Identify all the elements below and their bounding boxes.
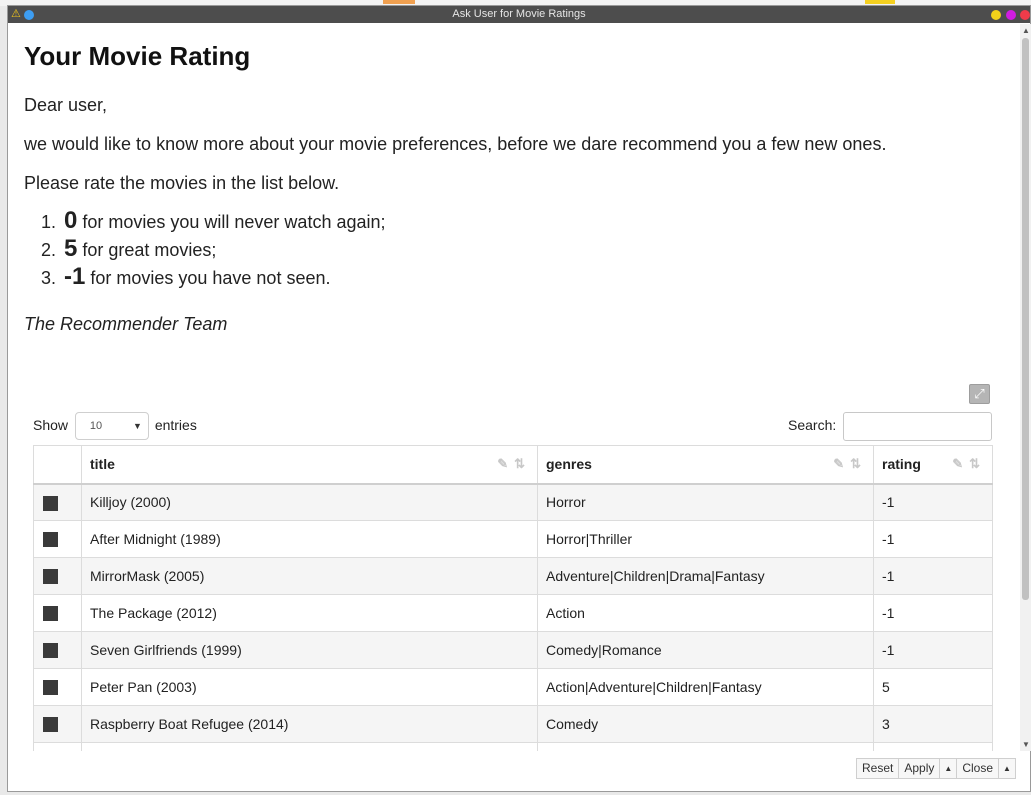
pencil-icon[interactable]: ✎ [952, 456, 969, 471]
caret-down-icon: ▼ [133, 421, 142, 432]
table-row[interactable]: The Package (2012) Action -1 [33, 594, 993, 632]
table-row[interactable]: Raspberry Boat Refugee (2014) Comedy 3 [33, 705, 993, 743]
cell-title: Peter Pan (2003) [81, 668, 538, 706]
show-label: Show [33, 417, 69, 433]
column-header-rating[interactable]: rating ✎⇅ [873, 445, 993, 485]
rule-item: 3. -1 for movies you have not seen. [40, 263, 331, 290]
column-header-select[interactable] [33, 445, 82, 485]
search-control: Search: [788, 410, 993, 441]
cell-rating[interactable]: -1 [873, 594, 993, 632]
search-label: Search: [788, 417, 837, 433]
apply-menu-caret-up-icon[interactable]: ▲ [939, 758, 958, 779]
intro-text: we would like to know more about your mo… [24, 134, 887, 154]
table-row[interactable]: Killjoy (2000) Horror -1 [33, 483, 993, 521]
instruction-text: Please rate the movies in the list below… [24, 173, 340, 193]
search-input[interactable] [843, 411, 993, 441]
entries-length-control: Show 10 ▼ entries [33, 410, 197, 441]
table-row[interactable]: Seven Girlfriends (1999) Comedy|Romance -1 [33, 631, 993, 669]
signature-text: The Recommender Team [24, 314, 228, 334]
greeting-text: Dear user, [24, 95, 108, 115]
table-row[interactable]: After Midnight (1989) Horror|Thriller -1 [33, 520, 993, 558]
scroll-down-icon[interactable]: ▼ [1022, 740, 1030, 749]
dialog-footer: Reset Apply ▲ Close ▲ [856, 758, 1016, 779]
cell-genres: Comedy [537, 705, 874, 743]
close-menu-caret-up-icon[interactable]: ▲ [998, 758, 1016, 779]
cell-genres: Horror|Thriller [537, 520, 874, 558]
cell-rating[interactable]: 5 [873, 668, 993, 706]
column-header-genres[interactable]: genres ✎⇅ [537, 445, 874, 485]
row-checkbox[interactable] [43, 569, 58, 585]
reset-button[interactable]: Reset [856, 758, 900, 779]
row-checkbox[interactable] [43, 717, 58, 733]
minimize-button[interactable] [991, 10, 1001, 20]
cell-rating[interactable]: 3 [873, 705, 993, 743]
cell-rating[interactable]: -1 [873, 520, 993, 558]
window-menu-icon[interactable] [24, 10, 34, 20]
row-checkbox[interactable] [43, 532, 58, 548]
cell-genres: Adventure|Children|Drama|Fantasy [537, 557, 874, 595]
dialog-window: ⚠ Ask User for Movie Ratings Your Movie … [7, 5, 1031, 792]
column-header-title[interactable]: title ✎⇅ [81, 445, 538, 485]
cell-title: Killjoy (2000) [81, 483, 538, 521]
row-checkbox[interactable] [43, 643, 58, 659]
cell-title: The Package (2012) [81, 594, 538, 632]
table-row[interactable]: Peter Pan (2003) Action|Adventure|Childre… [33, 668, 993, 706]
cell-title: Raspberry Boat Refugee (2014) [81, 705, 538, 743]
row-checkbox[interactable] [43, 680, 58, 696]
pencil-icon[interactable]: ✎ [497, 456, 514, 471]
table-row-partial [33, 742, 993, 751]
ratings-table: title ✎⇅ genres ✎⇅ rating ✎⇅ Killjoy (2000)… [33, 445, 993, 751]
sort-icon[interactable]: ⇅ [969, 456, 986, 471]
apply-button[interactable]: Apply [898, 758, 941, 779]
close-window-button[interactable] [1020, 10, 1030, 20]
scroll-up-icon[interactable]: ▲ [1022, 26, 1030, 35]
maximize-button[interactable] [1006, 10, 1016, 20]
expand-icon[interactable]: ⤢ [969, 384, 990, 404]
rating-rules-list: 1. 0 for movies you will never watch agai… [24, 207, 386, 291]
cell-title: Seven Girlfriends (1999) [81, 631, 538, 669]
vertical-scrollbar[interactable]: ▲ ▼ [1020, 24, 1031, 751]
page-title: Your Movie Rating [24, 41, 251, 71]
table-row[interactable]: MirrorMask (2005) Adventure|Children|Dram… [33, 557, 993, 595]
pencil-icon[interactable]: ✎ [833, 456, 850, 471]
rule-item: 2. 5 for great movies; [40, 235, 217, 262]
row-checkbox[interactable] [43, 606, 58, 622]
titlebar: ⚠ Ask User for Movie Ratings [8, 6, 1030, 23]
cell-rating[interactable]: -1 [873, 557, 993, 595]
row-checkbox[interactable] [43, 495, 58, 511]
close-button[interactable]: Close [956, 758, 999, 779]
sort-icon[interactable]: ⇅ [850, 456, 867, 471]
scrollbar-thumb[interactable] [1022, 38, 1029, 600]
window-title: Ask User for Movie Ratings [452, 8, 586, 20]
cell-genres: Action [537, 594, 874, 632]
rule-item: 1. 0 for movies you will never watch agai… [40, 207, 386, 234]
sort-icon[interactable]: ⇅ [514, 456, 531, 471]
cell-title: After Midnight (1989) [81, 520, 538, 558]
cell-genres: Action|Adventure|Children|Fantasy [537, 668, 874, 706]
cell-genres: Comedy|Romance [537, 631, 874, 669]
cell-genres: Horror [537, 483, 874, 521]
dialog-content: Your Movie Rating Dear user, we would li… [8, 24, 1020, 751]
cell-rating[interactable]: -1 [873, 483, 993, 521]
entries-select[interactable]: 10 ▼ [74, 412, 149, 441]
warning-icon: ⚠ [11, 8, 21, 20]
cell-title: MirrorMask (2005) [81, 557, 538, 595]
cell-rating[interactable]: -1 [873, 631, 993, 669]
entries-label: entries [154, 417, 197, 433]
